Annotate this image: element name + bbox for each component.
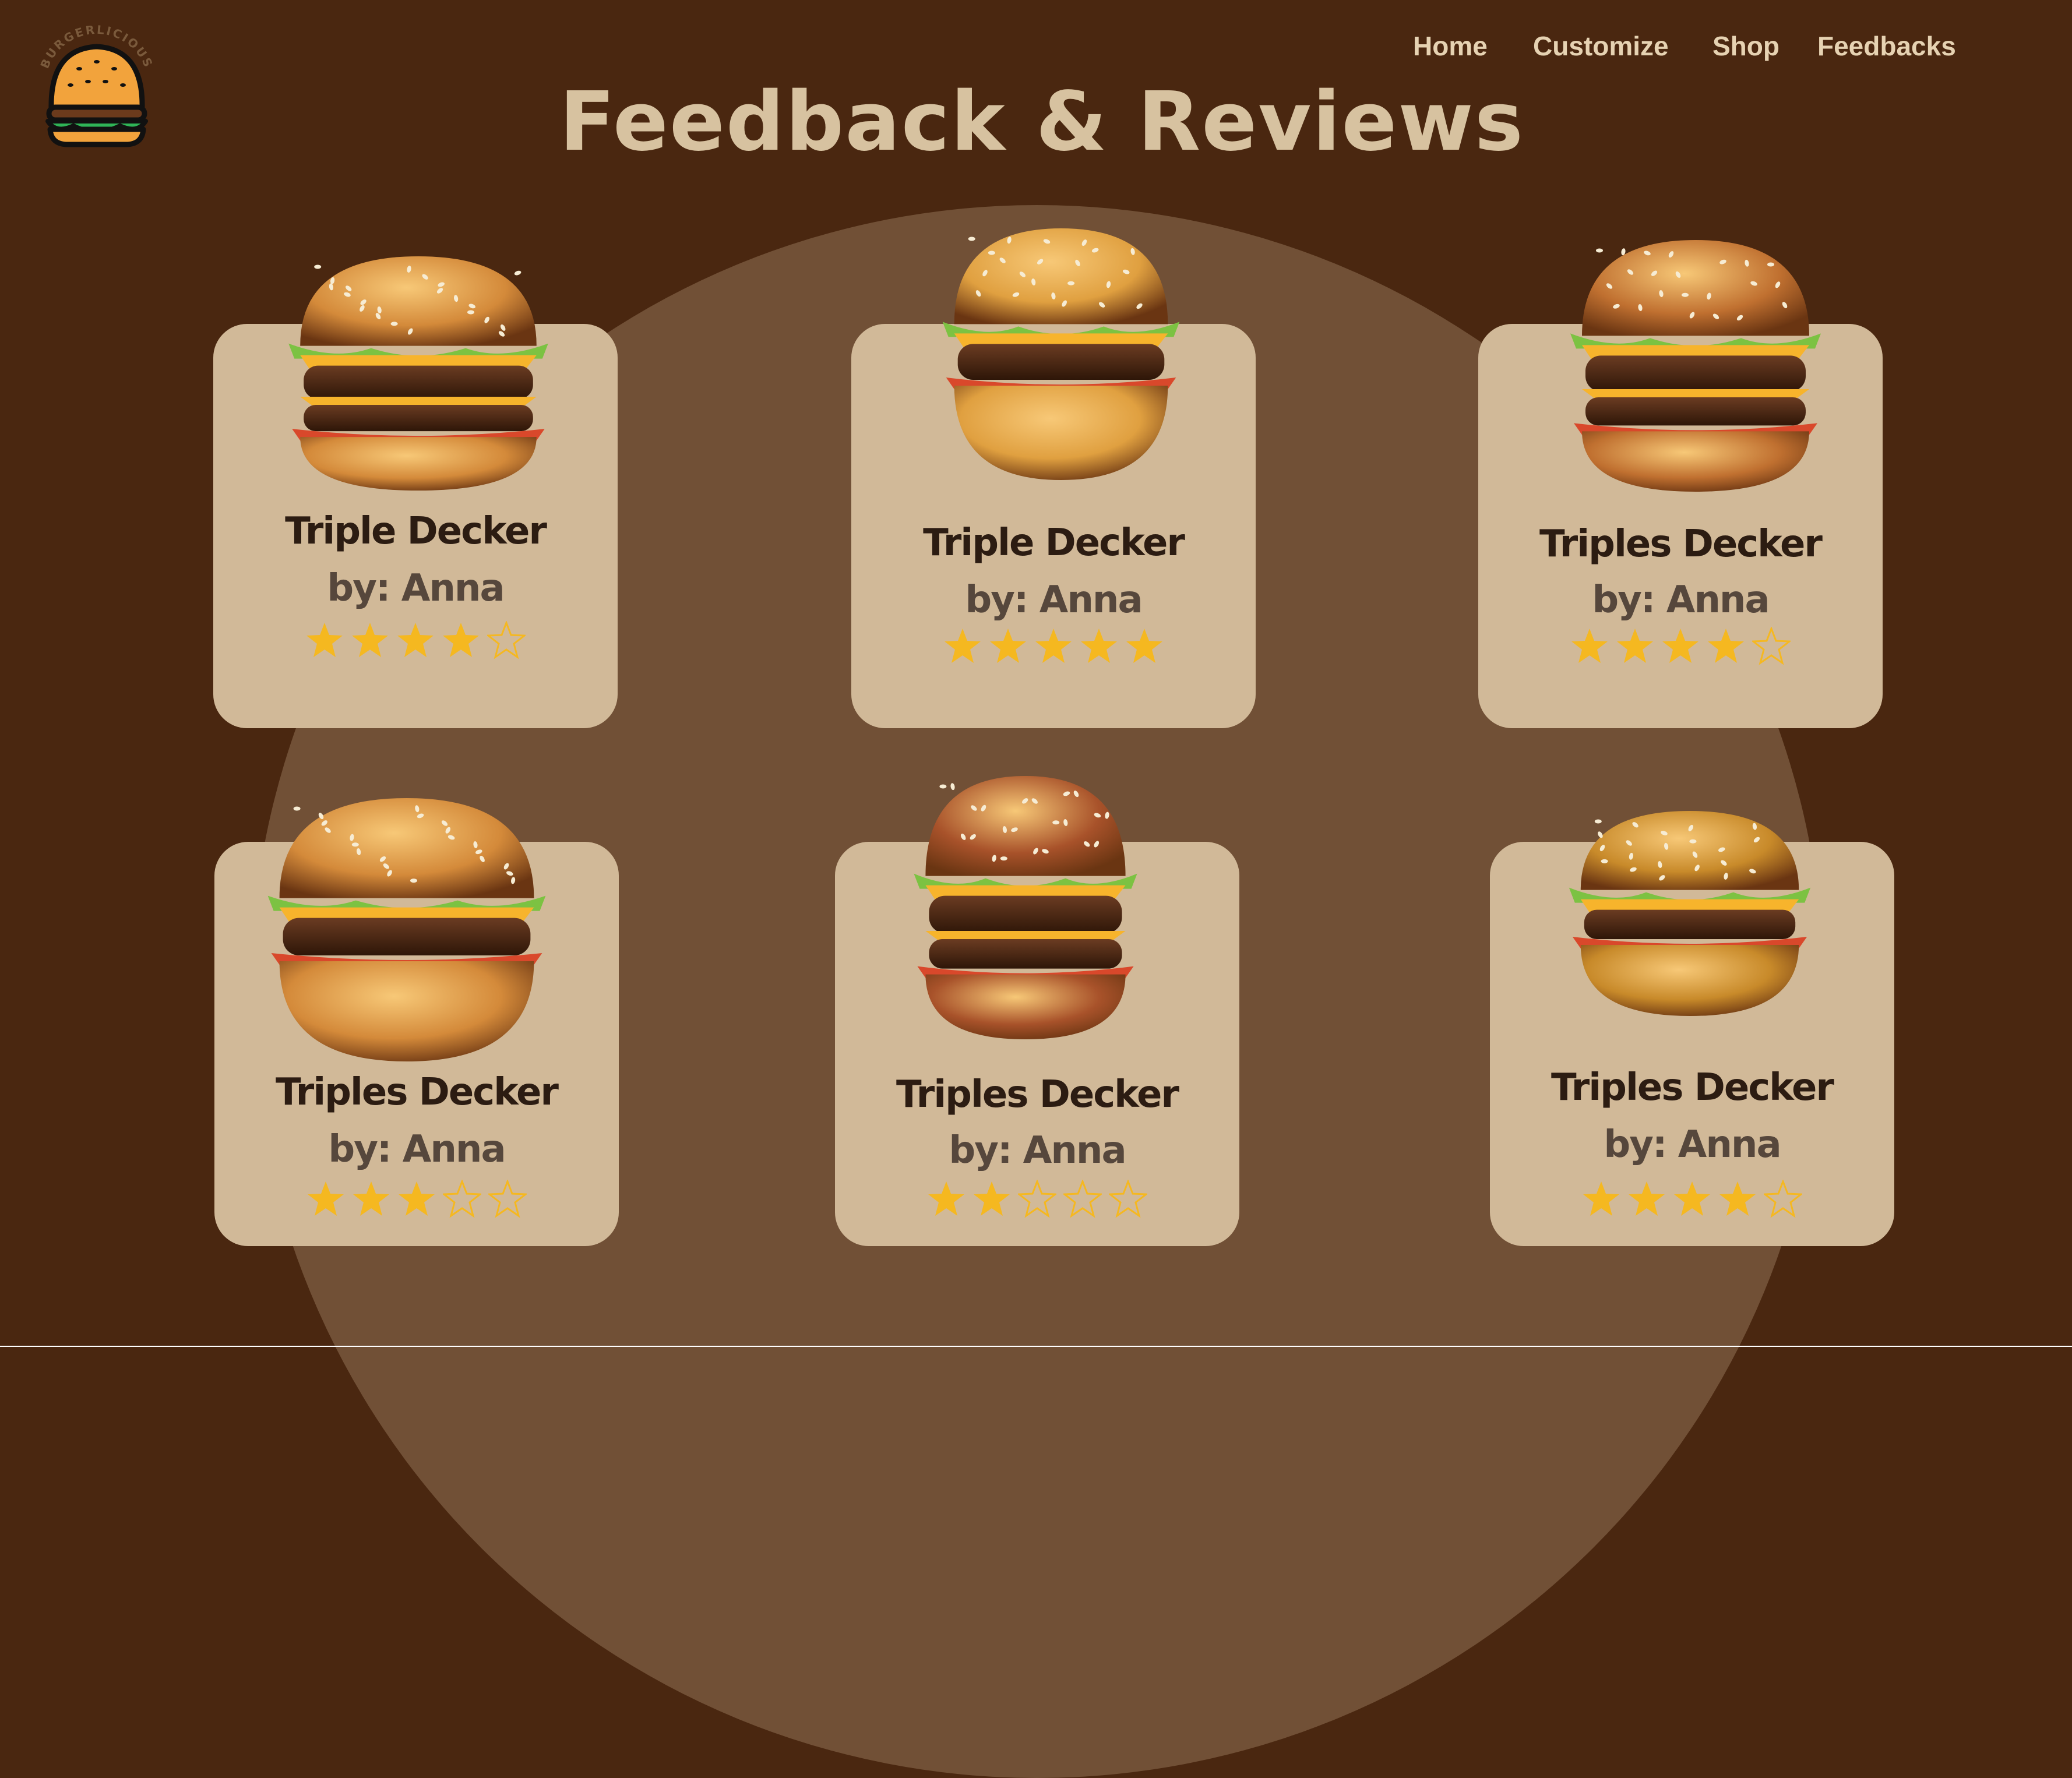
review-author: by: Anna	[949, 1129, 1126, 1172]
star-outline-icon	[1018, 1180, 1056, 1218]
review-burger-name: Triples Decker	[896, 1073, 1179, 1116]
nav-customize-link[interactable]: Customize	[1533, 26, 1669, 66]
star-rating	[835, 1180, 1239, 1220]
star-outline-icon	[487, 621, 526, 659]
burger-photo-icon	[244, 796, 570, 1064]
review-author: by: Anna	[1592, 578, 1770, 622]
review-burger-name: Triples Decker	[276, 1071, 559, 1114]
star-filled-icon	[1617, 629, 1653, 663]
star-filled-icon	[1571, 629, 1608, 663]
star-filled-icon	[1126, 629, 1162, 663]
star-rating	[214, 1180, 619, 1220]
review-burger-name: Triple Decker	[923, 521, 1185, 565]
star-filled-icon	[399, 1181, 435, 1216]
star-outline-icon	[1752, 627, 1791, 665]
review-author: by: Anna	[1604, 1123, 1781, 1166]
star-filled-icon	[308, 1181, 344, 1216]
review-burger-name: Triples Decker	[1539, 523, 1823, 566]
top-navigation: Home Customize Shop Feedbacks	[0, 26, 2072, 66]
burger-photo-icon	[1550, 809, 1830, 1018]
burger-photo-icon	[267, 254, 570, 493]
star-filled-icon	[1719, 1181, 1756, 1216]
nav-home-link[interactable]: Home	[1413, 26, 1488, 66]
page-title: Feedback & Reviews	[559, 75, 1525, 170]
star-filled-icon	[306, 623, 343, 657]
burger-photo-icon	[897, 774, 1154, 1042]
star-filled-icon	[397, 623, 434, 657]
star-filled-icon	[945, 629, 981, 663]
review-author: by: Anna	[328, 1128, 506, 1171]
star-filled-icon	[1674, 1181, 1710, 1216]
star-outline-icon	[1063, 1180, 1102, 1218]
star-filled-icon	[1035, 629, 1072, 663]
star-filled-icon	[1629, 1181, 1665, 1216]
star-filled-icon	[1662, 629, 1699, 663]
nav-feedbacks-link[interactable]: Feedbacks	[1817, 26, 1956, 66]
star-filled-icon	[1081, 629, 1117, 663]
star-filled-icon	[352, 623, 388, 657]
burger-photo-icon	[1550, 238, 1841, 494]
review-author: by: Anna	[327, 567, 505, 610]
star-filled-icon	[928, 1181, 964, 1216]
star-rating	[1478, 627, 1883, 668]
star-outline-icon	[1764, 1180, 1802, 1218]
star-outline-icon	[443, 1180, 481, 1218]
star-outline-icon	[1109, 1180, 1147, 1218]
star-filled-icon	[443, 623, 479, 657]
review-author: by: Anna	[965, 578, 1143, 622]
star-rating	[1490, 1180, 1894, 1220]
star-outline-icon	[488, 1180, 527, 1218]
nav-shop-link[interactable]: Shop	[1712, 26, 1779, 66]
star-filled-icon	[1708, 629, 1744, 663]
review-burger-name: Triples Decker	[1551, 1066, 1834, 1109]
star-filled-icon	[353, 1181, 389, 1216]
star-filled-icon	[1583, 1181, 1619, 1216]
star-rating	[213, 621, 618, 662]
star-filled-icon	[974, 1181, 1010, 1216]
star-rating	[851, 627, 1256, 668]
review-burger-name: Triple Decker	[285, 510, 547, 553]
burger-photo-icon	[924, 226, 1198, 482]
star-filled-icon	[990, 629, 1026, 663]
